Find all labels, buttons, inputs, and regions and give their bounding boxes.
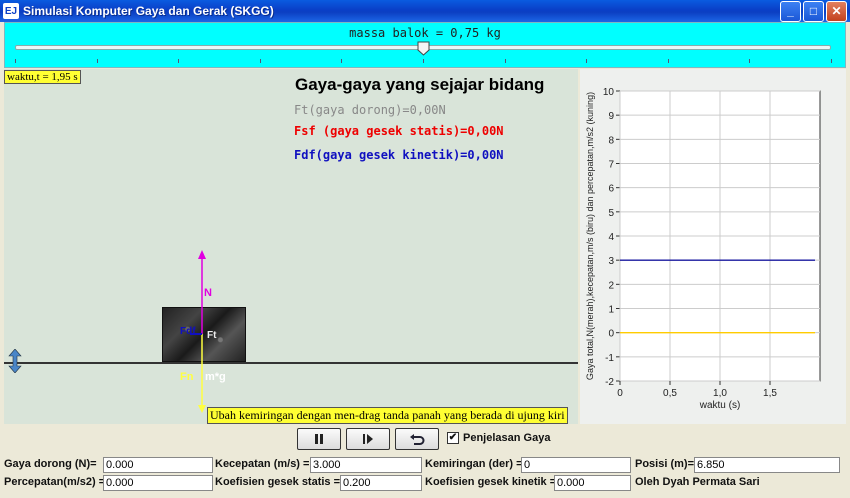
slider-tick [586, 59, 588, 63]
playback-controls: ✔ Penjelasan Gaya [0, 428, 850, 452]
y-axis-label: Gaya total,N(merah),kecepatan,m/s (biru)… [585, 92, 595, 380]
gravity-arrowhead [198, 405, 206, 413]
velocity-acceleration-chart: -2 -1 0 1 2 3 4 5 6 7 8 9 10 0 0,5 1,0 1,5 waktu (s) Gaya … [585, 87, 821, 411]
y-tick-label: 3 [608, 256, 614, 267]
close-button[interactable]: ✕ [826, 0, 847, 22]
velocity-input[interactable] [310, 457, 422, 473]
kinetic-friction-label: Fdf [180, 326, 196, 337]
checkbox-check-icon[interactable]: ✔ [447, 432, 459, 444]
y-tick-label: 0 [608, 329, 614, 340]
minimize-button[interactable]: _ [780, 0, 801, 22]
fields-row-2: Percepatan(m/s2) = Koefisien gesek stati… [0, 475, 850, 491]
y-tick-label: 7 [608, 160, 614, 171]
position-input[interactable] [694, 457, 840, 473]
fn-label: Fn [180, 371, 194, 383]
slider-tick [259, 59, 261, 63]
y-tick-label: 8 [608, 135, 614, 146]
step-button[interactable] [346, 428, 390, 450]
normal-force-label: N [204, 287, 212, 299]
show-forces-checkbox[interactable]: ✔ Penjelasan Gaya [447, 432, 550, 444]
x-axis-label: waktu (s) [699, 400, 741, 411]
y-tick-label: 10 [603, 87, 615, 98]
window-title: Simulasi Komputer Gaya dan Gerak (SKGG) [23, 4, 274, 18]
y-tick-label: 9 [608, 111, 614, 122]
position-field-label: Posisi (m)= [635, 458, 694, 470]
push-force-input[interactable] [103, 457, 213, 473]
x-tick-label: 1,0 [713, 388, 727, 399]
x-tick-label: 1,5 [763, 388, 777, 399]
y-tick-label: -1 [605, 353, 614, 364]
acceleration-field-label: Percepatan(m/s2) = [4, 476, 106, 488]
y-tick-label: 1 [608, 305, 614, 316]
velocity-field-label: Kecepatan (m/s) = [215, 458, 310, 470]
x-tick-label: 0 [617, 388, 623, 399]
pause-icon [315, 434, 323, 444]
app-icon: EJ [3, 3, 19, 19]
mass-slider-panel: massa balok = 0,75 kg [4, 22, 846, 68]
show-forces-label: Penjelasan Gaya [463, 432, 551, 444]
acceleration-input[interactable] [103, 475, 213, 491]
slider-tick [831, 59, 832, 63]
normal-force-arrowhead [198, 250, 206, 259]
mass-slider-label: massa balok = 0,75 kg [349, 26, 501, 40]
graph-panel: -2 -1 0 1 2 3 4 5 6 7 8 9 10 0 0,5 1,0 1,5 waktu (s) Gaya … [580, 69, 846, 424]
slider-tick [423, 59, 424, 63]
kinetic-coef-input[interactable] [554, 475, 631, 491]
slider-tick [667, 59, 669, 63]
step-forward-icon [363, 434, 373, 444]
slider-tick [504, 59, 506, 63]
incline-input[interactable] [521, 457, 631, 473]
x-tick-label: 0,5 [663, 388, 677, 399]
y-tick-label: 6 [608, 184, 614, 195]
mass-slider-ticks [15, 59, 832, 63]
pause-button[interactable] [297, 428, 341, 450]
kinetic-coef-field-label: Koefisien gesek kinetik = [425, 476, 557, 488]
reset-icon [410, 433, 425, 445]
force-vectors [190, 250, 206, 413]
reset-button[interactable] [395, 428, 439, 450]
y-tick-label: -2 [605, 377, 614, 388]
title-bar: EJ Simulasi Komputer Gaya dan Gerak (SKG… [0, 0, 850, 22]
slider-tick [178, 59, 180, 63]
author-credit: Oleh Dyah Permata Sari [635, 476, 760, 488]
maximize-button[interactable]: □ [803, 0, 824, 22]
simulation-area: waktu,t = 1,95 s Gaya-gaya yang sejajar … [4, 69, 578, 424]
incline-hint: Ubah kemiringan dengan men-drag tanda pa… [207, 407, 568, 424]
static-coef-input[interactable] [340, 475, 422, 491]
y-tick-label: 4 [608, 232, 614, 243]
y-tick-label: 2 [608, 280, 614, 291]
mass-slider-thumb[interactable] [417, 41, 430, 56]
slider-tick [341, 59, 343, 63]
slider-tick [15, 59, 16, 63]
y-tick-label: 5 [608, 208, 614, 219]
push-force-field-label: Gaya dorong (N)= [4, 458, 97, 470]
incline-field-label: Kemiringan (der) = [425, 458, 523, 470]
fields-row-1: Gaya dorong (N)= Kecepatan (m/s) = Kemir… [0, 457, 850, 473]
static-coef-field-label: Koefisien gesek statis = [215, 476, 341, 488]
slider-tick [749, 59, 751, 63]
weight-label: m*g [205, 371, 226, 383]
slider-tick [96, 59, 98, 63]
push-force-label: Ft [207, 330, 217, 341]
